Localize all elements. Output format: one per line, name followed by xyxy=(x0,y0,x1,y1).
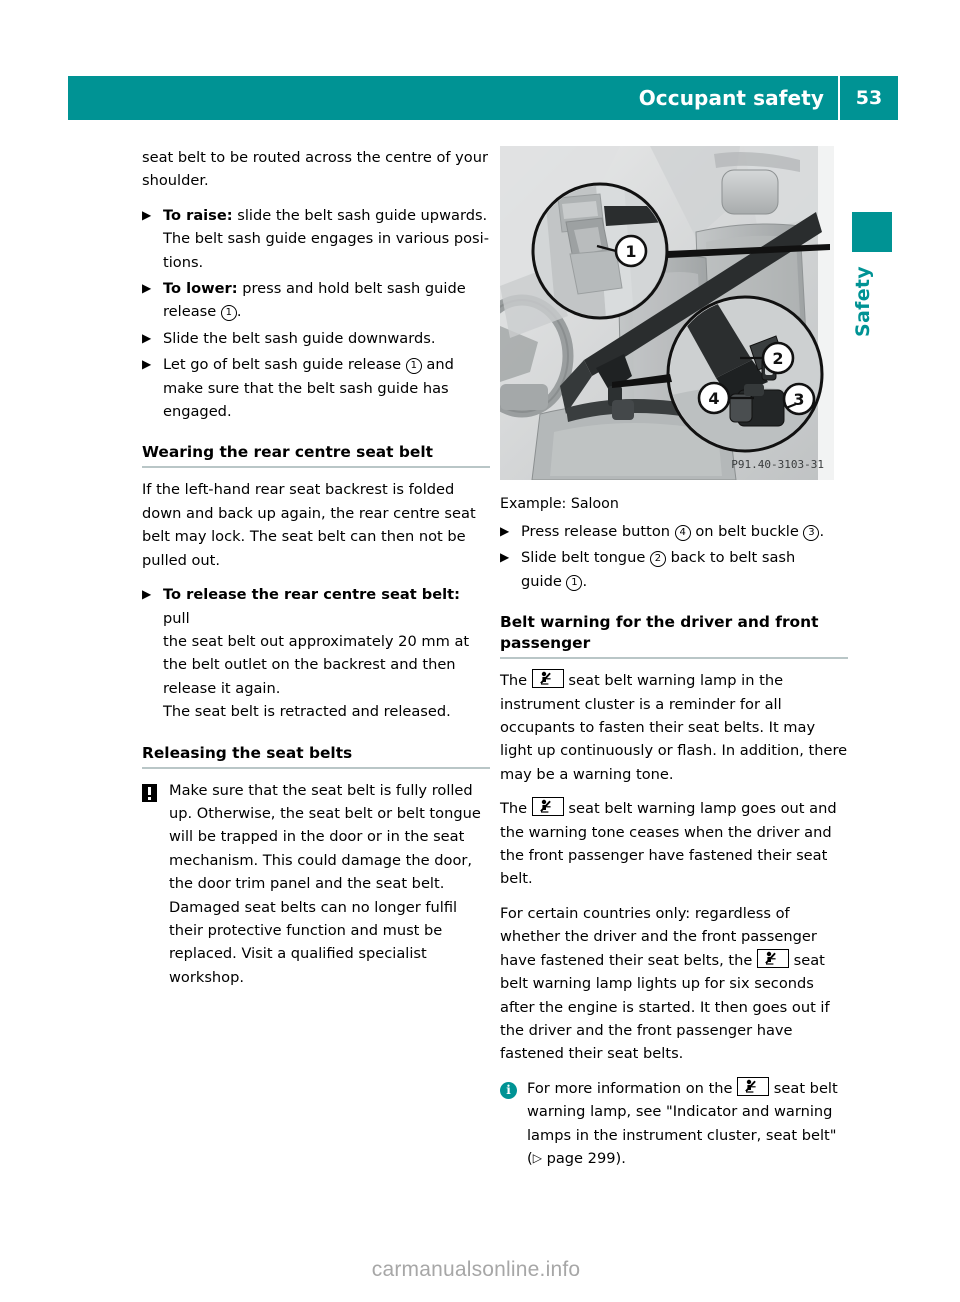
step-text-pre: Let go of belt sash guide release xyxy=(163,356,406,374)
step-text: slide the belt sash guide upwards. xyxy=(232,206,488,224)
step-continuation: the seat belt out approximately 20 mm at… xyxy=(163,632,470,697)
bullet-triangle-icon: ▶ xyxy=(142,357,152,372)
step-text-post: and xyxy=(421,356,454,374)
para1-post: seat belt warning lamp in the instrument… xyxy=(500,672,848,783)
callout-number-1: 1 xyxy=(405,358,422,375)
side-tab-label: Safety xyxy=(852,266,874,337)
left-text-column: seat belt to be routed across the centre… xyxy=(142,146,490,999)
bullet-triangle-icon: ▶ xyxy=(500,550,510,565)
step-continuation: The belt sash guide engages in various p… xyxy=(163,230,489,271)
step-continuation-text: guide xyxy=(521,572,567,590)
step-continuation-text: release xyxy=(163,303,221,321)
figure-svg: 1 2 3 4 P91.40-3103-31 xyxy=(500,146,834,480)
page-ref-triangle-icon: ▷ xyxy=(532,1150,542,1165)
para2-pre: The xyxy=(500,800,532,818)
step-text-mid: on belt buckle xyxy=(690,523,804,540)
bullet-triangle-icon: ▶ xyxy=(142,281,152,296)
heading-rule xyxy=(142,466,490,469)
seat-belt-warning-lamp-icon xyxy=(737,1076,770,1096)
belt-warning-paragraph-3: For certain countries only: regardless o… xyxy=(500,902,848,1066)
step-text: Slide the belt sash guide downwards. xyxy=(163,329,436,347)
callout-number-1: 1 xyxy=(566,574,583,591)
heading-releasing-the-seat-belts: Releasing the seat belts xyxy=(142,743,353,762)
figure-caption: Example: Saloon xyxy=(500,496,619,512)
step-continuation: make sure that the belt sash guide has e… xyxy=(163,379,449,421)
svg-text:4: 4 xyxy=(708,389,719,408)
heading-belt-warning-driver-front-passenger: Belt warning for the driver and front pa… xyxy=(500,613,819,653)
warning-note-text: Make sure that the seat belt is fully ro… xyxy=(169,781,481,986)
step-continuation-2: The seat belt is retracted and released. xyxy=(163,703,451,721)
chapter-side-tab: Safety xyxy=(852,212,898,337)
right-text-column: ▶ Press release button 4 on belt buckle … xyxy=(500,520,848,1180)
step-bold-lead: To raise: xyxy=(163,206,233,224)
page-number: 53 xyxy=(855,87,883,109)
belt-warning-paragraph-2: The seat belt warning lamp goes out and … xyxy=(500,797,848,891)
step-press-release-button: ▶ Press release button 4 on belt buckle … xyxy=(500,520,848,543)
bullet-triangle-icon: ▶ xyxy=(142,330,152,345)
callout-number-4: 4 xyxy=(674,525,691,541)
step-continuation: release 1. xyxy=(163,300,490,323)
footer-watermark: carmanualsonline.info xyxy=(371,1258,581,1281)
step-let-go: ▶ Let go of belt sash guide release 1 an… xyxy=(142,353,490,423)
info-circle-icon: i xyxy=(500,1079,519,1102)
callout-number-1: 1 xyxy=(220,305,237,322)
step-slide-downwards: ▶ Slide the belt sash guide downwards. xyxy=(142,327,490,350)
step-text-pre: Press release button xyxy=(521,523,675,540)
warning-note: Make sure that the seat belt is fully ro… xyxy=(142,779,490,990)
step-slide-belt-tongue: ▶ Slide belt tongue 2 back to belt sash … xyxy=(500,546,848,593)
step-text: pull xyxy=(163,609,190,627)
heading-rule xyxy=(500,657,848,660)
bullet-triangle-icon: ▶ xyxy=(500,524,510,538)
warning-exclamation-icon xyxy=(142,781,161,804)
step-to-lower: ▶ To lower: press and hold belt sash gui… xyxy=(142,277,490,324)
step-continuation: guide 1. xyxy=(521,570,848,593)
figure-seat-belt-illustration: 1 2 3 4 P91.40-3103-31 xyxy=(500,146,834,480)
belt-warning-paragraph-1: The seat belt warning lamp in the instru… xyxy=(500,669,848,786)
step-text-post: . xyxy=(819,523,825,540)
svg-text:3: 3 xyxy=(793,390,804,409)
step-text: press and hold belt sash guide xyxy=(237,280,466,298)
step-continuation-suffix: . xyxy=(582,572,588,590)
callout-number-2: 2 xyxy=(649,551,666,568)
info-note: i For more information on the seat belt … xyxy=(500,1076,848,1171)
intro-paragraph: seat belt to be routed across the centre… xyxy=(142,149,488,190)
step-text-mid: back to belt sash xyxy=(665,549,796,567)
svg-text:2: 2 xyxy=(772,349,783,368)
step-to-raise: ▶ To raise: slide the belt sash guide up… xyxy=(142,204,490,274)
callout-number-3: 3 xyxy=(803,525,820,541)
page-header-bar: Occupant safety 53 xyxy=(68,76,898,120)
bullet-triangle-icon: ▶ xyxy=(142,207,152,222)
bullet-triangle-icon: ▶ xyxy=(142,587,152,602)
side-tab-marker-square xyxy=(852,212,892,252)
info-note-pre: For more information on the xyxy=(527,1079,738,1097)
step-to-release-rear-centre-seat-belt: ▶ To release the rear centre seat belt: … xyxy=(142,583,490,723)
seat-belt-warning-lamp-icon xyxy=(756,948,789,968)
step-bold-lead: To lower: xyxy=(163,280,238,298)
step-text-pre: Slide belt tongue xyxy=(521,549,650,567)
step-continuation-suffix: . xyxy=(236,303,242,321)
step-bold-lead: To release the rear centre seat belt: xyxy=(163,586,460,604)
para1-pre: The xyxy=(500,672,532,690)
info-note-ref: page 299). xyxy=(541,1149,626,1167)
wearing-paragraph: If the left-hand rear seat backrest is f… xyxy=(142,481,476,569)
svg-text:1: 1 xyxy=(625,242,636,261)
seat-belt-warning-lamp-icon xyxy=(531,669,564,689)
page-title: Occupant safety xyxy=(638,86,824,110)
figure-image-code: P91.40-3103-31 xyxy=(731,458,824,471)
heading-rule xyxy=(142,766,490,769)
heading-wearing-rear-centre-seat-belt: Wearing the rear centre seat belt xyxy=(142,443,433,462)
seat-belt-warning-lamp-icon xyxy=(531,797,564,817)
